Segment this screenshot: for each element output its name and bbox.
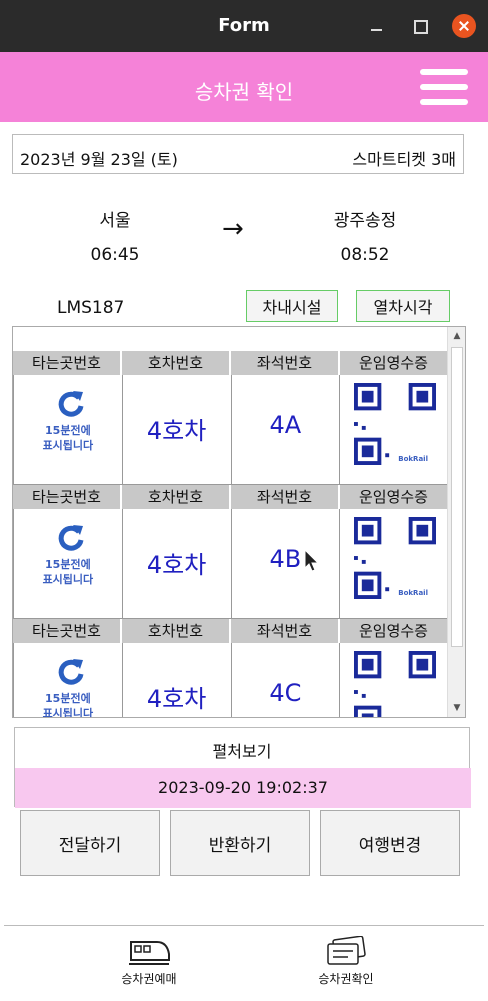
header-platform: 타는곳번호: [13, 351, 122, 375]
expand-view-label[interactable]: 펼처보기: [15, 738, 469, 762]
departure-time: 06:45: [90, 245, 140, 265]
ticket-row-header: 타는곳번호 호차번호 좌석번호 운임영수증: [13, 351, 449, 375]
app-header: 승차권 확인: [0, 52, 488, 122]
arrival-time: 08:52: [340, 245, 390, 265]
trip-info-bar: 2023년 9월 23일 (토) 스마트티켓 3매: [12, 134, 464, 174]
platform-cell: 15분전에 표시됩니다: [13, 375, 123, 484]
header-receipt: 운임영수증: [340, 619, 449, 643]
header-platform: 타는곳번호: [13, 619, 122, 643]
scroll-up-icon[interactable]: ▲: [448, 327, 465, 345]
nav-confirm[interactable]: 승차권확인: [286, 936, 406, 987]
change-trip-button[interactable]: 여행변경: [320, 810, 460, 876]
app-window: 승차권 확인 2023년 9월 23일 (토) 스마트티켓 3매 서울 06:4…: [0, 52, 488, 1001]
receipt-cell[interactable]: BokRail: [340, 375, 449, 484]
bottom-nav: 승차권예매 승차권확인: [4, 925, 484, 1001]
facilities-button[interactable]: 차내시설: [246, 290, 338, 322]
ticket-row-body: 15분전에 표시됩니다 4호차 4C BokRail: [13, 643, 449, 718]
car-cell: 4호차: [123, 509, 232, 618]
platform-notice: 15분전에 표시됩니다: [42, 692, 94, 718]
ticket-row: 타는곳번호 호차번호 좌석번호 운임영수증 15분전에 표시됩니다: [13, 485, 449, 619]
travel-date: 2023년 9월 23일 (토): [20, 150, 178, 169]
page-title: 승차권 확인: [194, 80, 294, 104]
ticket-count: 스마트티켓 3매: [352, 150, 456, 169]
car-number: 4호차: [146, 551, 207, 579]
ticket-row-header: 타는곳번호 호차번호 좌석번호 운임영수증: [13, 619, 449, 643]
car-number: 4호차: [146, 417, 207, 445]
timetable-button[interactable]: 열차시각: [356, 290, 450, 322]
arrival-station: 광주송정 08:52: [310, 206, 420, 265]
train-icon: [129, 941, 170, 965]
qr-brand-label: BokRail: [398, 589, 428, 597]
platform-cell: 15분전에 표시됩니다: [13, 643, 123, 718]
scrollbar[interactable]: ▲ ▼: [447, 327, 465, 717]
nav-booking[interactable]: 승차권예매: [89, 936, 209, 987]
ticket-row-body: 15분전에 표시됩니다 4호차 4A BokRail: [13, 375, 449, 485]
ticket-row: 타는곳번호 호차번호 좌석번호 운임영수증 15분전에 표시됩니다: [13, 351, 449, 485]
seat-cell: 4B: [232, 509, 341, 618]
close-icon[interactable]: [452, 14, 476, 38]
nav-confirm-label: 승차권확인: [318, 972, 374, 986]
header-platform: 타는곳번호: [13, 485, 122, 509]
seat-number: 4B: [269, 545, 302, 573]
platform-cell: 15분전에 표시됩니다: [13, 509, 123, 618]
qr-brand-label: BokRail: [398, 455, 428, 463]
menu-icon[interactable]: [420, 69, 468, 105]
ticket-row-body: 15분전에 표시됩니다 4호차 4B BokRail: [13, 509, 449, 619]
maximize-icon[interactable]: [408, 14, 432, 38]
header-receipt: 운임영수증: [340, 485, 449, 509]
minimize-icon[interactable]: [365, 14, 389, 38]
refresh-icon[interactable]: [56, 523, 86, 553]
departure-station-name: 서울: [99, 211, 131, 231]
ticket-row-header: 타는곳번호 호차번호 좌석번호 운임영수증: [13, 485, 449, 509]
refresh-icon[interactable]: [56, 657, 86, 687]
car-number: 4호차: [146, 685, 207, 713]
route-arrow-icon: →: [222, 214, 244, 244]
qr-code-icon: [354, 651, 437, 717]
nav-booking-label: 승차권예매: [121, 972, 177, 986]
mouse-cursor-icon: [304, 549, 320, 572]
transfer-button[interactable]: 전달하기: [20, 810, 160, 876]
seat-cell: 4A: [232, 375, 341, 484]
issued-datetime: 2023-09-20 19:02:37: [15, 768, 471, 808]
receipt-cell[interactable]: BokRail: [340, 643, 449, 717]
expand-panel: 펼처보기 2023-09-20 19:02:37: [14, 727, 471, 808]
header-car: 호차번호: [122, 619, 231, 643]
platform-notice: 15분전에 표시됩니다: [42, 558, 94, 586]
ticket-list[interactable]: 타는곳번호 호차번호 좌석번호 운임영수증 15분전에 표시됩니다 4호차 4A…: [12, 326, 466, 718]
qr-code-icon: [354, 517, 437, 599]
car-cell: 4호차: [123, 375, 232, 484]
seat-number: 4C: [269, 679, 302, 707]
ticket-icon: [327, 936, 366, 965]
header-seat: 좌석번호: [231, 619, 340, 643]
header-receipt: 운임영수증: [340, 351, 449, 375]
seat-cell: 4C: [232, 643, 341, 717]
scrollbar-thumb[interactable]: [451, 347, 463, 647]
window-titlebar: Form: [0, 0, 488, 52]
refresh-icon[interactable]: [56, 389, 86, 419]
qr-code-icon: [354, 383, 437, 465]
header-seat: 좌석번호: [231, 485, 340, 509]
arrival-station-name: 광주송정: [333, 211, 397, 231]
ticket-row: 타는곳번호 호차번호 좌석번호 운임영수증 15분전에 표시됩니다: [13, 619, 449, 718]
header-seat: 좌석번호: [231, 351, 340, 375]
header-car: 호차번호: [122, 485, 231, 509]
platform-notice: 15분전에 표시됩니다: [42, 424, 94, 452]
car-cell: 4호차: [123, 643, 232, 717]
train-number: LMS187: [57, 298, 125, 318]
receipt-cell[interactable]: BokRail: [340, 509, 449, 618]
header-car: 호차번호: [122, 351, 231, 375]
refund-button[interactable]: 반환하기: [170, 810, 310, 876]
scroll-down-icon[interactable]: ▼: [448, 699, 465, 717]
departure-station: 서울 06:45: [70, 206, 160, 265]
seat-number: 4A: [269, 411, 302, 439]
